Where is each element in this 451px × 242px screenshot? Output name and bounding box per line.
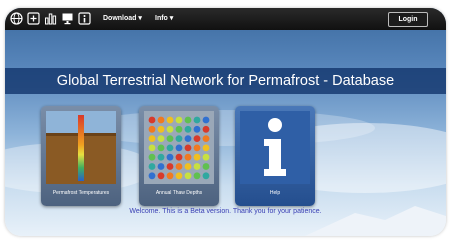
bar-chart-icon[interactable]: [44, 12, 57, 25]
grid-dot: [148, 116, 156, 124]
grid-dot: [157, 144, 165, 152]
grid-dot: [202, 163, 210, 170]
grid-dot: [175, 116, 183, 124]
grid-dot: [148, 144, 156, 152]
grid-dot: [148, 163, 156, 170]
grid-dot: [166, 163, 174, 170]
browser-frame: Download ▾ Info ▾ Login Global Terrestri…: [5, 8, 446, 236]
temperature-borehole-icon: [46, 111, 116, 184]
grid-dot: [166, 172, 174, 180]
tile-label: Permafrost Temperatures: [52, 190, 110, 196]
info-icon: [240, 111, 310, 184]
grid-dot: [193, 116, 201, 124]
grid-dot: [184, 163, 192, 170]
grid-dot: [166, 135, 174, 142]
grid-dot: [157, 153, 165, 161]
title-banner: Global Terrestrial Network for Permafros…: [5, 68, 446, 94]
grid-dot: [148, 125, 156, 133]
grid-dot: [175, 153, 183, 161]
grid-dot: [175, 125, 183, 133]
grid-dot: [193, 153, 201, 161]
grid-dot: [202, 144, 210, 152]
grid-dot: [166, 116, 174, 124]
grid-dot: [166, 144, 174, 152]
add-icon[interactable]: [27, 12, 40, 25]
grid-dot: [184, 153, 192, 161]
tile-help[interactable]: Help: [235, 106, 315, 206]
grid-dot: [202, 153, 210, 161]
welcome-message: Welcome. This is a Beta version. Thank y…: [129, 208, 322, 215]
grid-dot: [193, 144, 201, 152]
grid-dot: [175, 163, 183, 170]
grid-dot: [157, 172, 165, 180]
info-menu[interactable]: Info ▾: [155, 12, 173, 26]
top-navbar: Download ▾ Info ▾ Login: [5, 8, 446, 30]
grid-dot: [202, 116, 210, 124]
grid-dot: [175, 144, 183, 152]
grid-dot: [157, 135, 165, 142]
grid-dot: [184, 125, 192, 133]
grid-dot: [148, 172, 156, 180]
globe-icon[interactable]: [10, 12, 23, 25]
grid-dot: [175, 172, 183, 180]
grid-dot: [157, 116, 165, 124]
download-menu[interactable]: Download ▾: [103, 12, 142, 26]
info-icon[interactable]: [78, 12, 91, 25]
tile-label: Help: [269, 190, 281, 196]
grid-dot: [157, 163, 165, 170]
grid-dot: [166, 125, 174, 133]
page-title: Global Terrestrial Network for Permafros…: [56, 73, 395, 89]
grid-dot: [202, 135, 210, 142]
grid-dot: [184, 172, 192, 180]
grid-dot: [184, 135, 192, 142]
grid-dot: [202, 172, 210, 180]
grid-dot: [193, 135, 201, 142]
monitor-icon[interactable]: [61, 12, 74, 25]
tile-permafrost-temperatures[interactable]: Permafrost Temperatures: [41, 106, 121, 206]
tile-annual-thaw-depths[interactable]: Annual Thaw Depths: [139, 106, 219, 206]
grid-dot: [184, 116, 192, 124]
grid-dot: [166, 153, 174, 161]
login-button[interactable]: Login: [388, 12, 428, 27]
grid-dot: [193, 125, 201, 133]
grid-dot: [157, 125, 165, 133]
grid-dot: [175, 135, 183, 142]
grid-dot: [193, 172, 201, 180]
grid-dot: [184, 144, 192, 152]
grid-dot: [202, 125, 210, 133]
grid-dot: [193, 163, 201, 170]
dot-grid-icon: [144, 111, 214, 184]
tile-label: Annual Thaw Depths: [155, 190, 203, 196]
grid-dot: [148, 153, 156, 161]
grid-dot: [148, 135, 156, 142]
